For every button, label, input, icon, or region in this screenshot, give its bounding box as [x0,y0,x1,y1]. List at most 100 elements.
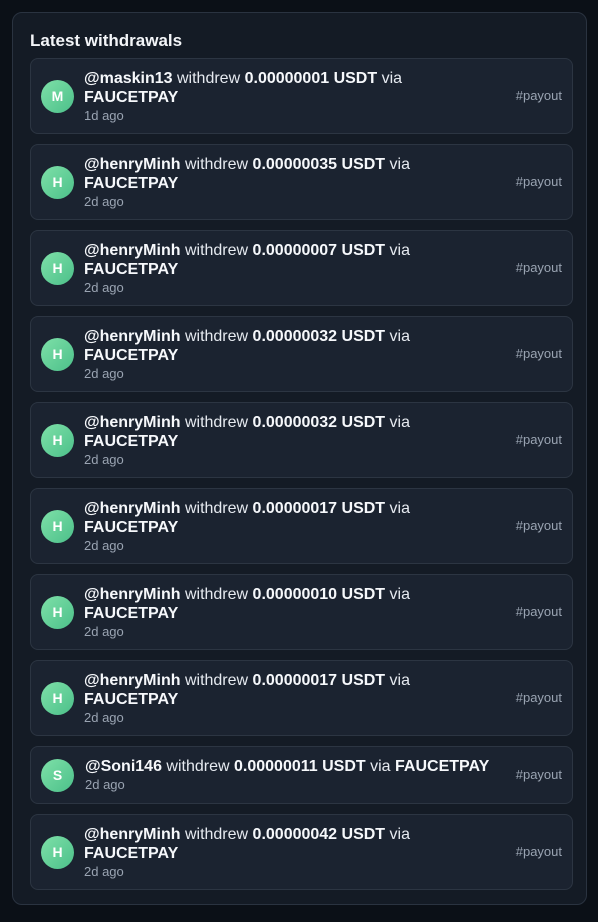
withdrawal-body: @henryMinh withdrew 0.00000017 USDT via … [84,499,484,554]
withdrawal-message: @henryMinh withdrew 0.00000032 USDT via … [84,327,484,365]
avatar: H [41,510,74,543]
latest-withdrawals-panel: Latest withdrawals M @maskin13 withdrew … [12,12,587,905]
withdrawal-message: @Soni146 withdrew 0.00000011 USDT via FA… [85,757,515,776]
username[interactable]: @henryMinh [84,328,181,345]
amount: 0.00000042 USDT [252,826,386,843]
username[interactable]: @henryMinh [84,156,181,173]
amount: 0.00000010 USDT [252,586,386,603]
avatar: H [41,682,74,715]
withdrawal-item: H @henryMinh withdrew 0.00000032 USDT vi… [30,316,573,392]
amount: 0.00000017 USDT [252,500,386,517]
via-text: via [389,826,410,843]
payout-method: FAUCETPAY [84,175,179,192]
timestamp: 2d ago [84,280,124,295]
withdrawal-message: @henryMinh withdrew 0.00000035 USDT via … [84,155,484,193]
avatar: M [41,80,74,113]
verb-text: withdrew [184,672,249,689]
payout-tag: #payout [515,432,562,447]
payout-tag: #payout [515,518,562,533]
via-text: via [370,758,391,775]
withdrawal-body: @henryMinh withdrew 0.00000035 USDT via … [84,155,484,210]
withdrawal-message: @henryMinh withdrew 0.00000007 USDT via … [84,241,484,279]
withdrawal-body: @henryMinh withdrew 0.00000032 USDT via … [84,413,484,468]
via-text: via [389,328,410,345]
amount: 0.00000001 USDT [244,70,378,87]
withdrawal-body: @henryMinh withdrew 0.00000007 USDT via … [84,241,484,296]
avatar: H [41,836,74,869]
verb-text: withdrew [166,758,230,775]
username[interactable]: @maskin13 [84,70,173,87]
payout-method: FAUCETPAY [84,433,179,450]
username[interactable]: @henryMinh [84,826,181,843]
timestamp: 2d ago [84,366,124,381]
withdrawal-message: @maskin13 withdrew 0.00000001 USDT via F… [84,69,484,107]
payout-tag: #payout [515,174,562,189]
verb-text: withdrew [184,156,249,173]
withdrawal-item: H @henryMinh withdrew 0.00000010 USDT vi… [30,574,573,650]
timestamp: 2d ago [84,864,124,879]
withdrawal-item: H @henryMinh withdrew 0.00000032 USDT vi… [30,402,573,478]
username[interactable]: @henryMinh [84,586,181,603]
via-text: via [389,156,410,173]
payout-method: FAUCETPAY [84,347,179,364]
avatar: S [41,759,74,792]
withdrawal-message: @henryMinh withdrew 0.00000042 USDT via … [84,825,484,863]
payout-tag: #payout [515,604,562,619]
withdrawal-message: @henryMinh withdrew 0.00000010 USDT via … [84,585,484,623]
amount: 0.00000035 USDT [252,156,386,173]
verb-text: withdrew [184,328,249,345]
timestamp: 2d ago [84,710,124,725]
timestamp: 2d ago [84,624,124,639]
panel-title: Latest withdrawals [30,31,183,50]
payout-method: FAUCETPAY [84,845,179,862]
verb-text: withdrew [184,826,249,843]
withdrawal-body: @henryMinh withdrew 0.00000017 USDT via … [84,671,484,726]
withdrawal-item: H @henryMinh withdrew 0.00000035 USDT vi… [30,144,573,220]
verb-text: withdrew [177,70,241,87]
payout-method: FAUCETPAY [84,605,179,622]
payout-tag: #payout [515,690,562,705]
withdrawal-body: @henryMinh withdrew 0.00000042 USDT via … [84,825,484,880]
verb-text: withdrew [184,414,249,431]
timestamp: 2d ago [84,452,124,467]
amount: 0.00000011 USDT [234,758,366,775]
avatar: H [41,252,74,285]
payout-tag: #payout [515,260,562,275]
payout-method: FAUCETPAY [84,691,179,708]
via-text: via [389,242,410,259]
payout-method: FAUCETPAY [84,89,179,106]
withdrawal-item: H @henryMinh withdrew 0.00000017 USDT vi… [30,488,573,564]
withdrawal-message: @henryMinh withdrew 0.00000032 USDT via … [84,413,484,451]
username[interactable]: @henryMinh [84,672,181,689]
username[interactable]: @Soni146 [85,758,162,775]
payout-tag: #payout [515,767,562,782]
payout-tag: #payout [515,346,562,361]
amount: 0.00000032 USDT [252,328,386,345]
withdrawals-list: M @maskin13 withdrew 0.00000001 USDT via… [30,58,573,900]
verb-text: withdrew [184,242,249,259]
withdrawal-item: M @maskin13 withdrew 0.00000001 USDT via… [30,58,573,134]
withdrawal-message: @henryMinh withdrew 0.00000017 USDT via … [84,671,484,709]
timestamp: 2d ago [84,538,124,553]
payout-tag: #payout [515,88,562,103]
withdrawal-item: H @henryMinh withdrew 0.00000007 USDT vi… [30,230,573,306]
withdrawal-body: @henryMinh withdrew 0.00000032 USDT via … [84,327,484,382]
avatar: H [41,424,74,457]
verb-text: withdrew [184,500,249,517]
payout-method: FAUCETPAY [84,519,179,536]
amount: 0.00000017 USDT [252,672,386,689]
timestamp: 2d ago [85,777,125,792]
withdrawal-item: H @henryMinh withdrew 0.00000042 USDT vi… [30,814,573,890]
username[interactable]: @henryMinh [84,242,181,259]
avatar: H [41,166,74,199]
withdrawal-item: S @Soni146 withdrew 0.00000011 USDT via … [30,746,573,804]
payout-method: FAUCETPAY [395,758,490,775]
amount: 0.00000007 USDT [252,242,386,259]
timestamp: 2d ago [84,194,124,209]
username[interactable]: @henryMinh [84,414,181,431]
withdrawal-body: @henryMinh withdrew 0.00000010 USDT via … [84,585,484,640]
username[interactable]: @henryMinh [84,500,181,517]
via-text: via [389,586,410,603]
withdrawal-message: @henryMinh withdrew 0.00000017 USDT via … [84,499,484,537]
via-text: via [389,414,410,431]
